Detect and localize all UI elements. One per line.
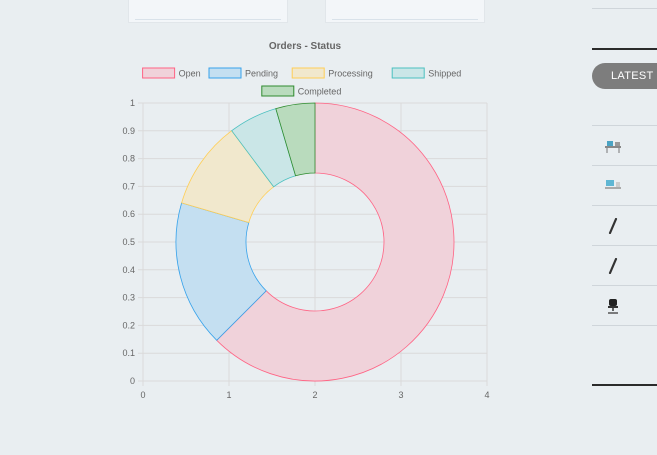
latest-products-panel: LATEST P — [592, 0, 657, 455]
desk-set-icon — [604, 138, 622, 154]
legend-label-shipped[interactable]: Shipped — [428, 69, 461, 79]
office-chair-icon — [604, 298, 622, 314]
x-tick-label: 1 — [226, 390, 231, 400]
product-row[interactable] — [592, 205, 657, 246]
panel-divider — [592, 48, 657, 50]
legend-swatch-open[interactable] — [142, 67, 176, 79]
pen-icon — [604, 257, 622, 275]
y-tick-label: 0.5 — [122, 237, 135, 247]
panel-bottom-divider — [592, 384, 657, 386]
product-row[interactable] — [592, 125, 657, 166]
panel-top-divider — [592, 8, 657, 9]
y-tick-label: 0.7 — [122, 181, 135, 191]
legend-swatch-pending[interactable] — [208, 67, 242, 79]
y-tick-label: 0.3 — [122, 293, 135, 303]
y-tick-label: 0.2 — [122, 320, 135, 330]
y-tick-label: 0.4 — [122, 265, 135, 275]
legend-swatch-completed[interactable] — [261, 85, 295, 97]
x-tick-label: 3 — [398, 390, 403, 400]
workstation-icon — [604, 178, 622, 194]
x-tick-label: 0 — [140, 390, 145, 400]
product-row[interactable] — [592, 245, 657, 286]
product-row[interactable] — [592, 285, 657, 326]
x-tick-label: 4 — [484, 390, 489, 400]
y-tick-label: 0.9 — [122, 126, 135, 136]
legend-label-completed[interactable]: Completed — [298, 87, 342, 97]
orders-status-chart: Orders - Status Open Pending Processing Shi… — [122, 41, 489, 400]
product-row[interactable] — [592, 165, 657, 206]
chart-legend: Open Pending Processing Shipped Completed — [142, 67, 461, 97]
y-tick-label: 1 — [130, 98, 135, 108]
legend-label-pending[interactable]: Pending — [245, 69, 278, 79]
product-list-end — [592, 325, 657, 326]
y-tick-label: 0 — [130, 376, 135, 386]
y-tick-label: 0.1 — [122, 348, 135, 358]
y-tick-label: 0.6 — [122, 209, 135, 219]
latest-products-tab[interactable]: LATEST P — [592, 63, 657, 89]
chart-title: Orders - Status — [269, 41, 342, 52]
legend-swatch-shipped[interactable] — [391, 67, 425, 79]
legend-label-processing[interactable]: Processing — [328, 69, 373, 79]
legend-swatch-processing[interactable] — [291, 67, 325, 79]
y-tick-label: 0.8 — [122, 154, 135, 164]
x-tick-label: 2 — [312, 390, 317, 400]
pen-icon — [604, 217, 622, 235]
legend-label-open[interactable]: Open — [179, 69, 201, 79]
